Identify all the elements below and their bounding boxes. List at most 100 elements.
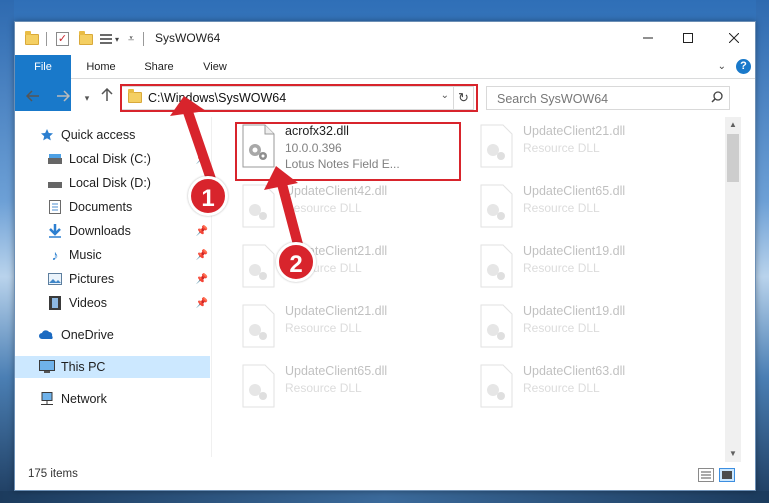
sidebar-item-label: Downloads: [69, 224, 131, 238]
drive-icon: [47, 151, 63, 167]
search-box[interactable]: Search SysWOW64: [486, 86, 730, 110]
scroll-thumb[interactable]: [727, 134, 739, 182]
title-bar: ✓ ▾ ⩡ SysWOW64: [15, 22, 755, 54]
sidebar-item-network[interactable]: Network: [15, 388, 210, 410]
window-title: SysWOW64: [155, 31, 221, 45]
file-item[interactable]: UpdateClient42.dll Resource DLL: [237, 180, 457, 236]
file-item[interactable]: UpdateClient63.dll Resource DLL: [475, 360, 695, 416]
sidebar-item-label: Local Disk (D:): [69, 176, 151, 190]
status-bar: 175 items: [15, 462, 755, 490]
file-name: UpdateClient21.dll: [285, 304, 388, 318]
file-item[interactable]: UpdateClient65.dll Resource DLL: [237, 360, 457, 416]
file-type: Resource DLL: [285, 321, 362, 335]
expand-ribbon-icon[interactable]: ⌄: [718, 61, 726, 72]
customize-quick-access-icon[interactable]: ⩡: [128, 31, 134, 47]
sidebar-item-label: Documents: [69, 200, 133, 214]
file-type: Resource DLL: [523, 321, 600, 335]
sidebar-item-local-disk-d[interactable]: Local Disk (D:) 📌: [15, 172, 210, 194]
sidebar-item-documents[interactable]: Documents 📌: [15, 196, 210, 218]
file-name: UpdateClient65.dll: [285, 364, 388, 378]
item-count: 175 items: [28, 468, 78, 480]
sidebar-item-music[interactable]: ♪ Music 📌: [15, 244, 210, 266]
pin-icon[interactable]: 📌: [196, 226, 208, 237]
highlight-selected-file: [235, 122, 461, 181]
sidebar-item-this-pc[interactable]: This PC: [15, 356, 210, 378]
file-type: Resource DLL: [523, 141, 600, 155]
navigation-pane: Quick access Local Disk (C:) 📌 Local Dis…: [15, 123, 210, 453]
sidebar-item-pictures[interactable]: Pictures 📌: [15, 268, 210, 290]
sidebar-item-videos[interactable]: Videos 📌: [15, 292, 210, 314]
pin-icon[interactable]: 📌: [196, 250, 208, 261]
close-button[interactable]: [711, 22, 757, 54]
pc-icon: [39, 359, 55, 375]
tab-view[interactable]: View: [195, 55, 235, 79]
download-icon: [47, 223, 63, 239]
sidebar-item-label: This PC: [61, 360, 106, 374]
scroll-up-icon[interactable]: ▲: [725, 117, 741, 133]
sidebar-item-label: Quick access: [61, 128, 136, 142]
new-folder-icon[interactable]: [79, 30, 93, 47]
pin-icon[interactable]: 📌: [196, 298, 208, 309]
dll-file-icon: [480, 304, 513, 348]
dll-file-icon: [480, 244, 513, 288]
file-name: UpdateClient63.dll: [523, 364, 626, 378]
dll-file-icon: [242, 184, 275, 228]
search-icon[interactable]: [711, 91, 723, 103]
forward-button[interactable]: [53, 88, 73, 108]
cloud-icon: [39, 327, 55, 343]
pin-icon[interactable]: 📌: [196, 274, 208, 285]
dll-file-icon: [480, 124, 513, 168]
network-icon: [39, 391, 55, 407]
desktop-background-left: [0, 0, 14, 503]
file-item[interactable]: UpdateClient21.dll Resource DLL: [475, 120, 695, 176]
help-icon[interactable]: ?: [736, 59, 751, 74]
properties-check-icon[interactable]: ✓: [56, 31, 69, 47]
sidebar-item-onedrive[interactable]: OneDrive: [15, 324, 210, 346]
chevron-down-icon[interactable]: ▾: [115, 31, 119, 47]
sidebar-item-downloads[interactable]: Downloads 📌: [15, 220, 210, 242]
file-item[interactable]: UpdateClient65.dll Resource DLL: [475, 180, 695, 236]
arrow-right-icon: [57, 90, 71, 102]
desktop-background-right: [756, 0, 769, 503]
arrow-up-icon: [101, 87, 113, 101]
tab-home[interactable]: Home: [81, 55, 121, 79]
details-view-icon[interactable]: [698, 468, 714, 482]
pin-icon[interactable]: 📌: [196, 154, 208, 165]
sidebar-item-label: Local Disk (C:): [69, 152, 151, 166]
file-item[interactable]: UpdateClient19.dll Resource DLL: [475, 300, 695, 356]
arrow-left-icon: [25, 90, 39, 102]
file-name: UpdateClient65.dll: [523, 184, 626, 198]
toolbar-separator: [46, 31, 47, 47]
file-type: Resource DLL: [523, 201, 600, 215]
sidebar-item-quick-access[interactable]: Quick access: [15, 124, 210, 146]
back-button[interactable]: [23, 88, 43, 108]
dll-file-icon: [242, 364, 275, 408]
search-input[interactable]: Search SysWOW64: [497, 92, 608, 106]
highlight-address-bar: [120, 84, 478, 112]
callout-number-1: 1: [188, 176, 228, 216]
file-name: UpdateClient42.dll: [285, 184, 388, 198]
properties-icon[interactable]: [100, 31, 112, 47]
sidebar-item-label: Videos: [69, 296, 107, 310]
file-item[interactable]: UpdateClient21.dll Resource DLL: [237, 240, 457, 296]
sidebar-item-label: Pictures: [69, 272, 115, 286]
recent-locations-button[interactable]: ▾: [77, 88, 97, 108]
ribbon: File Home Share View ⌄ ?: [15, 55, 755, 111]
dll-file-icon: [242, 244, 275, 288]
dll-file-icon: [480, 184, 513, 228]
file-type: Resource DLL: [523, 261, 600, 275]
file-item[interactable]: UpdateClient19.dll Resource DLL: [475, 240, 695, 296]
file-item[interactable]: UpdateClient21.dll Resource DLL: [237, 300, 457, 356]
scroll-down-icon[interactable]: ▼: [725, 446, 741, 462]
large-icons-view-icon[interactable]: [719, 468, 735, 482]
title-separator: [143, 31, 144, 47]
sidebar-item-local-disk-c[interactable]: Local Disk (C:) 📌: [15, 148, 210, 170]
vertical-scrollbar[interactable]: ▲ ▼: [725, 117, 741, 462]
maximize-icon: [683, 33, 693, 43]
up-button[interactable]: [97, 87, 117, 108]
maximize-button[interactable]: [665, 22, 711, 54]
tab-share[interactable]: Share: [139, 55, 179, 79]
pane-divider[interactable]: [211, 117, 212, 457]
chevron-down-icon: ▾: [84, 93, 90, 103]
file-type: Resource DLL: [523, 381, 600, 395]
